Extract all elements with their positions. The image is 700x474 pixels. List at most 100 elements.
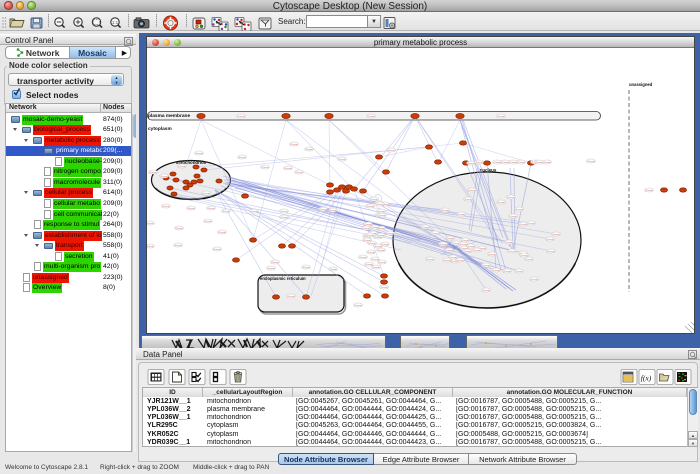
svg-text:(Yxx-m): (Yxx-m)	[376, 204, 384, 206]
svg-text:endoplasmic reticulum: endoplasmic reticulum	[260, 276, 306, 281]
svg-text:(Yxx-m): (Yxx-m)	[445, 250, 453, 252]
svg-text:(Yxx-m): (Yxx-m)	[543, 162, 551, 164]
svg-text:(Yxx-m): (Yxx-m)	[371, 227, 379, 229]
svg-text:(Yxx-m): (Yxx-m)	[290, 144, 298, 146]
svg-text:(Yxx-m): (Yxx-m)	[515, 209, 523, 211]
svg-text:(Yxx-m): (Yxx-m)	[213, 249, 221, 251]
svg-text:(Yxx-m): (Yxx-m)	[482, 290, 490, 292]
svg-text:(Yxx-m): (Yxx-m)	[380, 287, 388, 289]
svg-text:(Yxx-m): (Yxx-m)	[509, 162, 517, 164]
svg-text:(Yxx-m): (Yxx-m)	[421, 227, 429, 229]
svg-text:(Yxx-m): (Yxx-m)	[468, 190, 476, 192]
svg-text:(Yxx-m): (Yxx-m)	[467, 246, 475, 248]
svg-text:(Yxx-m): (Yxx-m)	[162, 206, 170, 208]
svg-text:(Yxx-m): (Yxx-m)	[204, 221, 212, 223]
svg-text:(Yxx-m): (Yxx-m)	[338, 159, 346, 161]
svg-text:(Yxx-m): (Yxx-m)	[530, 279, 538, 281]
svg-text:(Yxx-m): (Yxx-m)	[497, 116, 505, 118]
svg-text:1:1: 1:1	[112, 19, 119, 24]
svg-text:(Yxx-m): (Yxx-m)	[302, 267, 310, 269]
svg-text:(Yxx-m): (Yxx-m)	[501, 162, 509, 164]
svg-text:(Yxx-m): (Yxx-m)	[493, 162, 501, 164]
svg-text:(Yxx-m): (Yxx-m)	[386, 233, 394, 235]
svg-text:(Yxx-m): (Yxx-m)	[381, 244, 389, 246]
svg-text:(Yxx-m): (Yxx-m)	[507, 197, 515, 199]
svg-text:(Yxx-m): (Yxx-m)	[527, 223, 535, 225]
svg-text:(Yxx-m): (Yxx-m)	[377, 211, 385, 213]
svg-text:(Yxx-m): (Yxx-m)	[359, 257, 367, 259]
svg-text:(Yxx-m): (Yxx-m)	[271, 262, 279, 264]
svg-text:(Yxx-m): (Yxx-m)	[363, 240, 371, 242]
svg-text:(Yxx-m): (Yxx-m)	[366, 206, 374, 208]
svg-text:(Yxx-m): (Yxx-m)	[503, 271, 511, 273]
svg-text:(Yxx-m): (Yxx-m)	[519, 224, 527, 226]
svg-text:(Yxx-m): (Yxx-m)	[497, 202, 505, 204]
svg-text:(Yxx-m): (Yxx-m)	[362, 228, 370, 230]
svg-text:(Yxx-m): (Yxx-m)	[378, 215, 386, 217]
svg-text:(Yxx-m): (Yxx-m)	[147, 223, 154, 225]
svg-text:(Yxx-m): (Yxx-m)	[329, 269, 337, 271]
svg-text:(Yxx-m): (Yxx-m)	[378, 262, 386, 264]
svg-text:(Yxx-m): (Yxx-m)	[237, 116, 245, 118]
svg-text:(Yxx-m): (Yxx-m)	[287, 296, 295, 298]
svg-text:(Yxx-m): (Yxx-m)	[443, 260, 451, 262]
svg-text:(Yxx-m): (Yxx-m)	[295, 172, 303, 174]
svg-text:(Yxx-m): (Yxx-m)	[267, 268, 275, 270]
svg-text:(Yxx-m): (Yxx-m)	[587, 161, 595, 163]
svg-text:(Yxx-m): (Yxx-m)	[508, 251, 516, 253]
svg-text:(Yxx-m): (Yxx-m)	[488, 254, 496, 256]
svg-text:(Yxx-m): (Yxx-m)	[520, 255, 528, 257]
svg-text:(Yxx-m): (Yxx-m)	[645, 190, 653, 192]
svg-text:(Yxx-m): (Yxx-m)	[377, 250, 385, 252]
svg-text:(Yxx-m): (Yxx-m)	[461, 240, 469, 242]
svg-text:(Yxx-m): (Yxx-m)	[202, 193, 210, 195]
svg-text:(Yxx-m): (Yxx-m)	[431, 233, 439, 235]
svg-text:(Yxx-m): (Yxx-m)	[175, 228, 183, 230]
svg-text:(Yxx-m): (Yxx-m)	[195, 153, 203, 155]
svg-text:cytoplasm: cytoplasm	[148, 126, 172, 132]
svg-text:(Yxx-m): (Yxx-m)	[426, 259, 434, 261]
svg-text:(Yxx-m): (Yxx-m)	[280, 217, 288, 219]
svg-text:(Yxx-m): (Yxx-m)	[467, 163, 475, 165]
svg-text:(Yxx-m): (Yxx-m)	[464, 199, 472, 201]
svg-text:(Yxx-m): (Yxx-m)	[187, 208, 195, 210]
svg-text:(Yxx-m): (Yxx-m)	[364, 224, 372, 226]
svg-text:(Yxx-m): (Yxx-m)	[387, 150, 395, 152]
svg-text:plasma membrane: plasma membrane	[148, 113, 190, 119]
svg-text:(Yxx-m): (Yxx-m)	[546, 239, 554, 241]
svg-text:(Yxx-m): (Yxx-m)	[178, 166, 186, 168]
svg-text:(Yxx-m): (Yxx-m)	[374, 246, 382, 248]
svg-text:(Yxx-m): (Yxx-m)	[552, 234, 560, 236]
svg-text:(Yxx-m): (Yxx-m)	[492, 270, 500, 272]
svg-text:(Yxx-m): (Yxx-m)	[329, 210, 337, 212]
svg-text:(Yxx-m): (Yxx-m)	[377, 235, 385, 237]
svg-text:(Yxx-m): (Yxx-m)	[147, 246, 154, 248]
svg-text:(Yxx-m): (Yxx-m)	[207, 208, 215, 210]
svg-text:(Yxx-m): (Yxx-m)	[370, 199, 378, 201]
svg-text:(Yxx-m): (Yxx-m)	[160, 176, 168, 178]
svg-text:f(x): f(x)	[641, 374, 652, 383]
svg-text:(Yxx-m): (Yxx-m)	[218, 232, 226, 234]
svg-text:(Yxx-m): (Yxx-m)	[459, 244, 467, 246]
svg-text:unassigned: unassigned	[629, 82, 653, 87]
svg-text:(Yxx-m): (Yxx-m)	[463, 251, 471, 253]
svg-text:(Yxx-m): (Yxx-m)	[149, 172, 157, 174]
svg-text:(Yxx-m): (Yxx-m)	[439, 244, 447, 246]
svg-text:(Yxx-m): (Yxx-m)	[456, 260, 464, 262]
svg-text:(Yxx-m): (Yxx-m)	[319, 209, 327, 211]
svg-text:(Yxx-m): (Yxx-m)	[446, 238, 454, 240]
svg-text:(Yxx-m): (Yxx-m)	[367, 116, 375, 118]
svg-text:(Yxx-m): (Yxx-m)	[238, 157, 246, 159]
svg-text:(Yxx-m): (Yxx-m)	[505, 242, 513, 244]
svg-text:(Yxx-m): (Yxx-m)	[365, 264, 373, 266]
svg-text:(Yxx-m): (Yxx-m)	[367, 252, 375, 254]
svg-text:(Yxx-m): (Yxx-m)	[305, 149, 313, 151]
svg-text:(Yxx-m): (Yxx-m)	[525, 259, 533, 261]
svg-text:(Yxx-m): (Yxx-m)	[174, 245, 182, 247]
svg-text:(Yxx-m): (Yxx-m)	[457, 214, 465, 216]
svg-text:(Yxx-m): (Yxx-m)	[547, 251, 555, 253]
svg-text:(Yxx-m): (Yxx-m)	[482, 265, 490, 267]
svg-text:(Yxx-m): (Yxx-m)	[261, 167, 269, 169]
svg-text:(Yxx-m): (Yxx-m)	[372, 267, 380, 269]
svg-text:(Yxx-m): (Yxx-m)	[441, 210, 449, 212]
